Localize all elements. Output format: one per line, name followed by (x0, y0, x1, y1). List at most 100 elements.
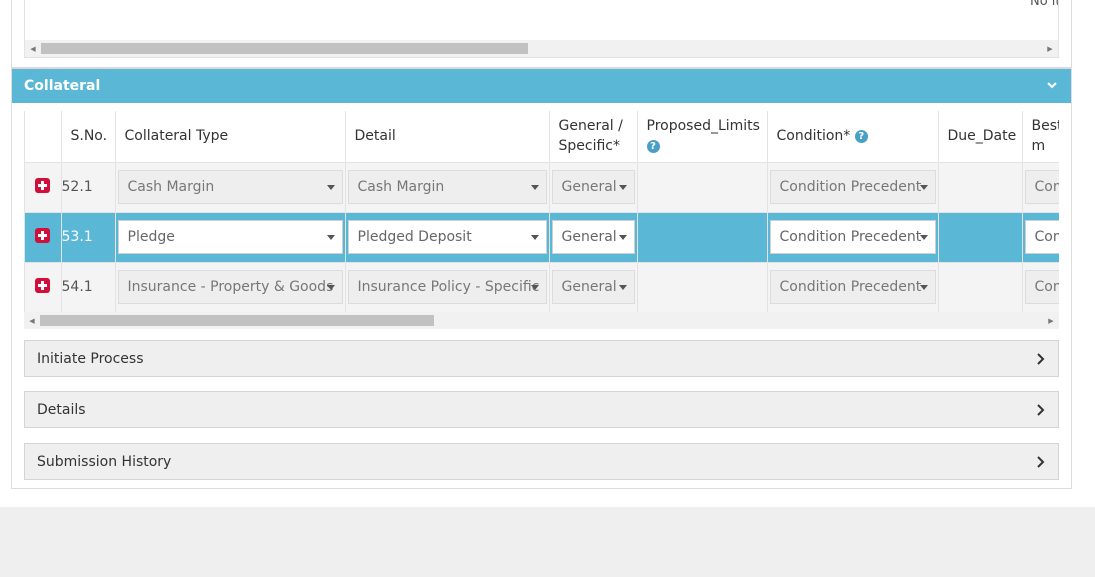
general-specific-dropdown[interactable]: General (551, 270, 635, 304)
initiate-process-panel[interactable]: Initiate Process (24, 340, 1059, 377)
general-specific-dropdown[interactable]: General (551, 170, 635, 204)
scrollbar-thumb[interactable] (41, 43, 528, 54)
input-value: Com (1034, 179, 1060, 195)
help-icon[interactable]: ? (646, 139, 660, 153)
column-header-best[interactable]: Best Com (1022, 111, 1059, 163)
condition-dropdown[interactable]: Condition Precedent (769, 270, 936, 304)
collateral-type-cell: Cash Margin (115, 162, 346, 213)
column-header-due-date[interactable]: Due_Date (938, 111, 1023, 163)
proposed-limits-cell[interactable] (637, 162, 768, 213)
dropdown-value: General (561, 179, 617, 195)
caret-down-icon (919, 235, 928, 240)
dropdown-value: General (561, 279, 617, 295)
table-row[interactable]: 54.1 Insurance - Property & Goods Insura… (25, 262, 1059, 312)
add-row-icon[interactable] (35, 277, 50, 293)
caret-down-icon (326, 235, 335, 240)
no-items-message: No items to display (1030, 0, 1058, 9)
caret-down-icon (919, 185, 928, 190)
best-input[interactable]: Com (1024, 270, 1060, 304)
sno-cell: 54.1 (61, 262, 116, 312)
collateral-grid: S.No. Collateral Type Detail General / S… (24, 111, 1059, 312)
caret-down-icon (530, 185, 539, 190)
detail-cell: Insurance Policy - Specific (345, 262, 550, 312)
due-date-cell[interactable] (938, 162, 1023, 213)
row-actions-cell (25, 212, 62, 263)
caret-down-icon (326, 185, 335, 190)
condition-label: Condition* (776, 128, 851, 145)
general-specific-cell: General (549, 212, 638, 263)
dropdown-value: Condition Precedent (779, 229, 922, 245)
add-row-icon[interactable] (35, 177, 50, 193)
column-header-collateral-type[interactable]: Collateral Type (115, 111, 346, 163)
collateral-type-dropdown[interactable]: Cash Margin (117, 170, 343, 204)
scroll-left-arrow-icon[interactable]: ◀ (25, 40, 41, 57)
panel-title: Submission History (37, 453, 172, 470)
detail-dropdown[interactable]: Pledged Deposit (347, 220, 547, 254)
scroll-left-arrow-icon[interactable]: ◀ (24, 312, 40, 329)
add-row-icon[interactable] (35, 227, 50, 243)
collateral-grid-horizontal-scrollbar[interactable]: ◀ ▶ (24, 312, 1059, 329)
column-header-proposed-limits[interactable]: Proposed_Limits ? (637, 111, 768, 163)
best-cell: Com (1022, 262, 1059, 312)
collateral-type-dropdown[interactable]: Insurance - Property & Goods (117, 270, 343, 304)
caret-down-icon (919, 285, 928, 290)
column-header-condition[interactable]: Condition* ? (767, 111, 939, 163)
best-input[interactable]: Com (1024, 220, 1059, 254)
sno-cell: 53.1 (61, 212, 116, 263)
row-actions-cell (25, 262, 62, 312)
caret-down-icon (530, 235, 539, 240)
scroll-right-arrow-icon[interactable]: ▶ (1042, 40, 1058, 57)
best-input[interactable]: Com (1024, 170, 1060, 204)
top-grid-horizontal-scrollbar[interactable]: ◀ ▶ (25, 40, 1058, 57)
scroll-right-arrow-icon[interactable]: ▶ (1043, 312, 1059, 329)
column-header-detail[interactable]: Detail (345, 111, 550, 163)
best-cell: Com (1022, 212, 1059, 263)
panel-title: Initiate Process (37, 350, 144, 367)
column-header-sno[interactable]: S.No. (61, 111, 116, 163)
table-row[interactable]: 52.1 Cash Margin Cash Margin General Con… (25, 162, 1060, 213)
chevron-right-icon (1037, 353, 1045, 365)
due-date-cell[interactable] (938, 262, 1023, 312)
general-specific-cell: General (549, 262, 638, 312)
row-actions-cell (25, 162, 62, 213)
scrollbar-thumb[interactable] (40, 315, 434, 326)
chevron-down-icon[interactable] (1045, 78, 1059, 92)
condition-dropdown[interactable]: Condition Precedent (769, 220, 936, 254)
dropdown-value: Condition Precedent (779, 279, 922, 295)
general-specific-dropdown[interactable]: General (551, 220, 635, 254)
caret-down-icon (618, 285, 627, 290)
condition-cell: Condition Precedent (767, 262, 939, 312)
submission-history-panel[interactable]: Submission History (24, 443, 1059, 480)
dropdown-value: Pledge (127, 229, 175, 245)
dropdown-value: Pledged Deposit (357, 229, 472, 245)
caret-down-icon (530, 285, 539, 290)
page-background (0, 507, 1095, 577)
collateral-section-header[interactable]: Collateral (12, 67, 1071, 103)
sno-cell: 52.1 (61, 162, 116, 213)
best-cell: Com (1022, 162, 1060, 213)
column-header-general-specific[interactable]: General / Specific* (549, 111, 638, 163)
due-date-cell[interactable] (938, 212, 1023, 263)
collateral-type-cell: Insurance - Property & Goods (115, 262, 346, 312)
panel-title: Details (37, 401, 86, 418)
caret-down-icon (618, 235, 627, 240)
help-icon[interactable]: ? (854, 129, 868, 143)
proposed-limits-cell[interactable] (637, 262, 768, 312)
general-specific-cell: General (549, 162, 638, 213)
dropdown-value: Insurance Policy - Specific (357, 279, 540, 295)
detail-dropdown[interactable]: Cash Margin (347, 170, 547, 204)
detail-dropdown[interactable]: Insurance Policy - Specific (347, 270, 547, 304)
collateral-type-dropdown[interactable]: Pledge (117, 220, 343, 254)
table-row-selected[interactable]: 53.1 Pledge Pledged Deposit General Cond… (25, 212, 1059, 263)
proposed-limits-label: Proposed_Limits (646, 118, 760, 135)
input-value: Com (1034, 279, 1060, 295)
top-grid-remnant: No items to display ◀ ▶ (24, 0, 1059, 58)
detail-cell: Cash Margin (345, 162, 550, 213)
grid-header-row: S.No. Collateral Type Detail General / S… (25, 111, 1059, 163)
condition-dropdown[interactable]: Condition Precedent (769, 170, 936, 204)
caret-down-icon (326, 285, 335, 290)
column-header-actions (25, 111, 62, 163)
details-panel[interactable]: Details (24, 391, 1059, 428)
chevron-right-icon (1037, 456, 1045, 468)
proposed-limits-cell[interactable] (637, 212, 768, 263)
